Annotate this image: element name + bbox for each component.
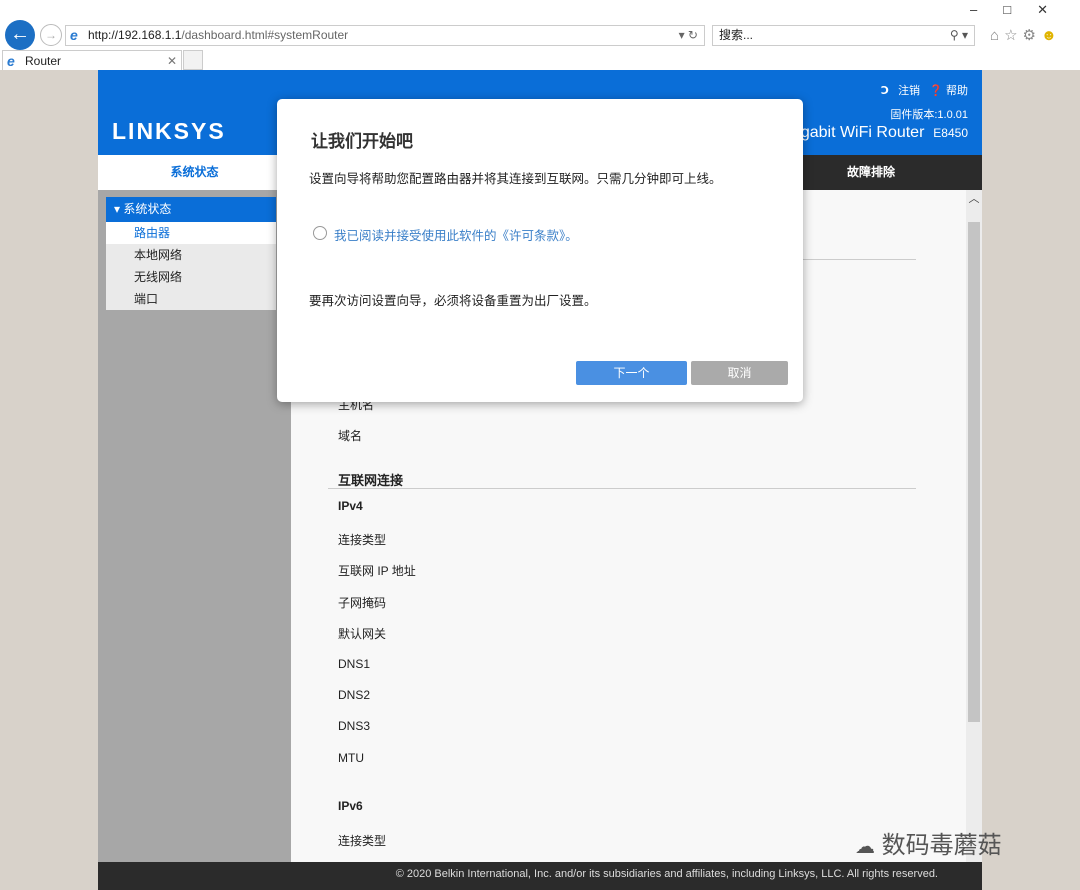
label-row: 互联网 IP 地址 xyxy=(338,564,416,578)
setup-wizard-dialog: 让我们开始吧 设置向导将帮助您配置路由器并将其连接到互联网。只需几分钟即可上线。… xyxy=(277,99,803,402)
refresh-icon[interactable]: ▾ ↻ xyxy=(679,26,698,45)
agree-radio[interactable] xyxy=(313,226,327,240)
section-internet: 互联网连接 xyxy=(338,473,404,488)
sidebar-item-wireless[interactable]: 无线网络 xyxy=(106,266,276,288)
sidebar-item-router[interactable]: 路由器 xyxy=(106,222,276,244)
window-controls: –□✕ xyxy=(970,2,1074,18)
nav-troubleshooting[interactable]: 故障排除 xyxy=(798,155,944,190)
smiley-icon[interactable]: ☻ xyxy=(1041,27,1062,44)
cancel-button[interactable]: 取消 xyxy=(691,361,788,385)
sidebar: ▾ 系统状态 路由器 本地网络 无线网络 端口 xyxy=(98,190,291,862)
label-row: MTU xyxy=(338,751,364,765)
back-button[interactable]: ← xyxy=(5,20,35,50)
label-row: DNS1 xyxy=(338,657,371,671)
footer: © 2020 Belkin International, Inc. and/or… xyxy=(98,862,982,890)
toolbar-icons: ⌂☆⚙☻ xyxy=(990,26,1062,44)
sidebar-item-ports[interactable]: 端口 xyxy=(106,288,276,310)
search-icon[interactable]: ⚲ ▾ xyxy=(950,26,968,45)
gear-icon[interactable]: ⚙ xyxy=(1023,27,1041,44)
sidebar-item-local-network[interactable]: 本地网络 xyxy=(106,244,276,266)
maximize-icon[interactable]: □ xyxy=(1003,2,1037,17)
linksys-logo: LINKSYS xyxy=(112,118,226,144)
minimize-icon[interactable]: – xyxy=(970,2,1003,17)
browser-chrome: ← → e http://192.168.1.1/dashboard.html#s… xyxy=(0,0,1080,71)
scroll-up-icon[interactable]: ︿ xyxy=(966,190,982,206)
firmware-version: 固件版本:1.0.01 xyxy=(890,109,968,121)
help-link[interactable]: 帮助 xyxy=(946,85,968,97)
star-icon[interactable]: ☆ xyxy=(1004,27,1022,44)
help-icon: ❓ xyxy=(929,85,943,97)
divider xyxy=(328,488,916,489)
license-terms-link[interactable]: 我已阅读并接受使用此软件的《许可条款》。 xyxy=(334,225,578,244)
search-input[interactable]: 搜索... ⚲ ▾ xyxy=(712,25,975,46)
product-name: gabit WiFi Router E8450 xyxy=(800,124,968,141)
dialog-title: 让我们开始吧 xyxy=(311,132,413,152)
home-icon[interactable]: ⌂ xyxy=(990,27,1004,44)
label-domain: 域名 xyxy=(338,429,363,443)
nav-system-status[interactable]: 系统状态 xyxy=(98,155,291,190)
label-row: 连接类型 xyxy=(338,533,387,547)
new-tab-button[interactable] xyxy=(183,50,203,70)
header-links: Ↄ 注销 ❓ 帮助 xyxy=(881,82,968,98)
sidebar-menu: ▾ 系统状态 路由器 本地网络 无线网络 端口 xyxy=(106,197,276,310)
label-row: DNS2 xyxy=(338,688,371,702)
label-row: 默认网关 xyxy=(338,627,387,641)
label-row: 连接类型 xyxy=(338,834,387,848)
close-tab-icon[interactable]: ✕ xyxy=(167,51,177,71)
dialog-note: 要再次访问设置向导，必须将设备重置为出厂设置。 xyxy=(309,294,597,308)
watermark: ☁ 数码毒蘑菇 xyxy=(855,832,1002,859)
dialog-intro: 设置向导将帮助您配置路由器并将其连接到互联网。只需几分钟即可上线。 xyxy=(309,172,722,186)
logout-icon: Ↄ xyxy=(880,85,889,97)
address-bar[interactable]: e http://192.168.1.1/dashboard.html#syste… xyxy=(65,25,705,46)
label-row: DNS3 xyxy=(338,719,371,733)
tab-router[interactable]: e Router ✕ xyxy=(2,50,182,71)
scrollbar-thumb[interactable] xyxy=(968,222,980,722)
wechat-icon: ☁ xyxy=(855,836,875,858)
sidebar-header[interactable]: ▾ 系统状态 xyxy=(106,197,276,222)
logout-link[interactable]: 注销 xyxy=(898,85,920,97)
forward-button[interactable]: → xyxy=(40,24,62,46)
ie-icon: e xyxy=(70,27,78,43)
label-row: 子网掩码 xyxy=(338,596,387,610)
close-icon[interactable]: ✕ xyxy=(1037,2,1074,17)
ie-icon: e xyxy=(7,53,15,69)
next-button[interactable]: 下一个 xyxy=(576,361,687,385)
heading-ipv4: IPv4 xyxy=(338,499,363,513)
heading-ipv6: IPv6 xyxy=(338,799,363,813)
